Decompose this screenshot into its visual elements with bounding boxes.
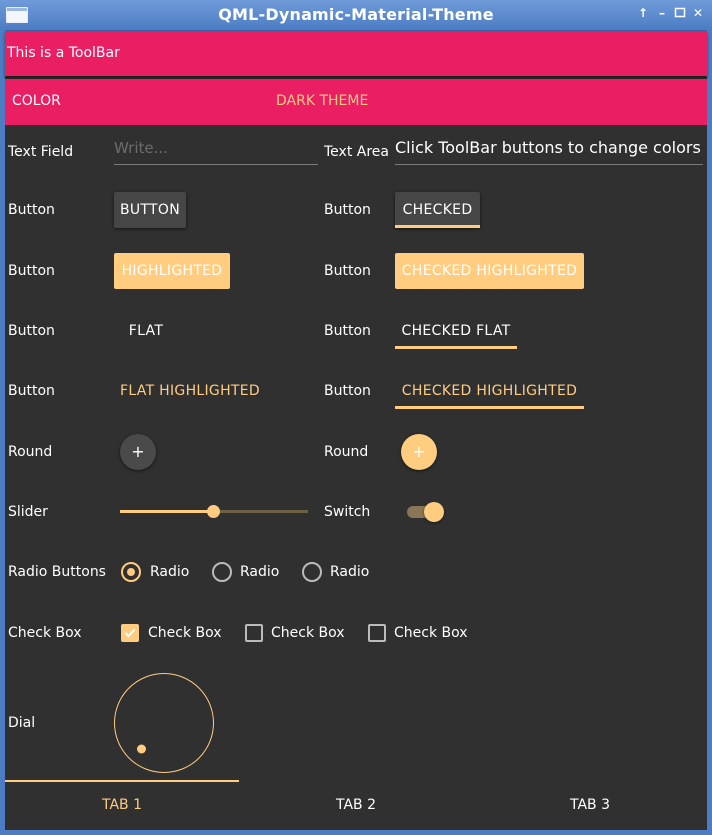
round-label: Round <box>8 444 53 460</box>
radio-3-label[interactable]: Radio <box>330 564 369 580</box>
checked-highlighted-flat-indicator <box>395 406 584 409</box>
slider-label: Slider <box>8 504 48 520</box>
switch-thumb[interactable] <box>424 502 444 522</box>
radio-1-label[interactable]: Radio <box>150 564 189 580</box>
dial-handle[interactable] <box>137 744 146 754</box>
color-button[interactable]: COLOR <box>12 93 61 109</box>
checked-flat-indicator <box>395 346 517 349</box>
checked-indicator <box>395 225 480 228</box>
window-frame-bottom <box>0 830 712 835</box>
checked-highlighted-button[interactable]: CHECKED HIGHLIGHTED <box>395 253 584 289</box>
button-row-label-6: Button <box>324 323 371 339</box>
slider-handle[interactable] <box>207 505 220 518</box>
text-area[interactable]: Click ToolBar buttons to change colors <box>395 138 703 165</box>
checked-flat-button-label: CHECKED FLAT <box>401 323 511 339</box>
window-title: QML-Dynamic-Material-Theme <box>218 5 494 24</box>
switch-label: Switch <box>324 504 371 520</box>
check-box-2-label[interactable]: Check Box <box>271 625 345 641</box>
checked-highlighted-flat-button[interactable]: CHECKED HIGHLIGHTED <box>395 373 584 409</box>
checked-flat-button[interactable]: CHECKED FLAT <box>395 313 517 349</box>
app-window: QML-Dynamic-Material-Theme ↑ – ✕ This is… <box>0 0 712 835</box>
checked-highlighted-flat-label: CHECKED HIGHLIGHTED <box>401 383 578 399</box>
radio-2-label[interactable]: Radio <box>240 564 279 580</box>
button-row-label-2: Button <box>324 202 371 218</box>
radio-buttons-label: Radio Buttons <box>8 564 106 580</box>
window-minimize-icon[interactable]: – <box>655 6 669 20</box>
radio-1-dot <box>127 568 135 576</box>
check-icon <box>124 628 136 638</box>
window-pin-icon[interactable]: ↑ <box>636 6 650 20</box>
check-box-3-label[interactable]: Check Box <box>394 625 468 641</box>
highlighted-button[interactable]: HIGHLIGHTED <box>114 253 230 289</box>
button-row-label-7: Button <box>8 383 55 399</box>
round-label-2: Round <box>324 444 369 460</box>
window-frame-right <box>707 30 712 835</box>
check-box-2[interactable] <box>245 624 263 642</box>
check-box-3[interactable] <box>368 624 386 642</box>
color-toolbar: COLOR DARK THEME <box>5 79 707 125</box>
text-area-label: Text Area <box>324 144 389 160</box>
dial-label: Dial <box>8 715 36 731</box>
radio-2[interactable] <box>212 562 232 582</box>
button-row-label-4: Button <box>324 263 371 279</box>
slider-fill <box>120 510 214 513</box>
check-box-1-label[interactable]: Check Box <box>148 625 222 641</box>
tab-2[interactable]: TAB 2 <box>239 780 473 830</box>
radio-3[interactable] <box>302 562 322 582</box>
button-row-label-5: Button <box>8 323 55 339</box>
window-titlebar[interactable]: QML-Dynamic-Material-Theme ↑ – ✕ <box>0 0 712 31</box>
tab-3[interactable]: TAB 3 <box>473 780 707 830</box>
button-row-label-8: Button <box>324 383 371 399</box>
checked-button[interactable]: CHECKED <box>395 192 480 228</box>
flat-highlighted-button[interactable]: FLAT HIGHLIGHTED <box>114 373 266 409</box>
window-maximize-icon[interactable] <box>673 6 687 20</box>
text-field[interactable]: Write... <box>114 139 318 165</box>
text-field-label: Text Field <box>8 144 74 160</box>
round-button[interactable]: + <box>120 434 156 470</box>
standard-button[interactable]: BUTTON <box>114 192 186 228</box>
radio-1[interactable] <box>121 562 141 582</box>
button-row-label-3: Button <box>8 263 55 279</box>
flat-button[interactable]: FLAT <box>114 313 178 349</box>
button-row-label: Button <box>8 202 55 218</box>
tool-bar-label: This is a ToolBar <box>7 45 120 61</box>
check-box-1[interactable] <box>121 624 139 642</box>
tool-bar: This is a ToolBar <box>5 31 707 76</box>
checked-button-label: CHECKED <box>402 202 473 218</box>
round-highlighted-button[interactable]: + <box>401 434 437 470</box>
controls-pane: Text Field Write... Text Area Click Tool… <box>5 125 707 780</box>
check-box-label: Check Box <box>8 625 82 641</box>
dark-theme-button[interactable]: DARK THEME <box>276 93 368 109</box>
window-close-icon[interactable]: ✕ <box>691 6 705 20</box>
tab-1[interactable]: TAB 1 <box>5 780 239 830</box>
dial[interactable] <box>113 672 215 774</box>
tab-bar: TAB 1 TAB 2 TAB 3 <box>5 780 707 830</box>
